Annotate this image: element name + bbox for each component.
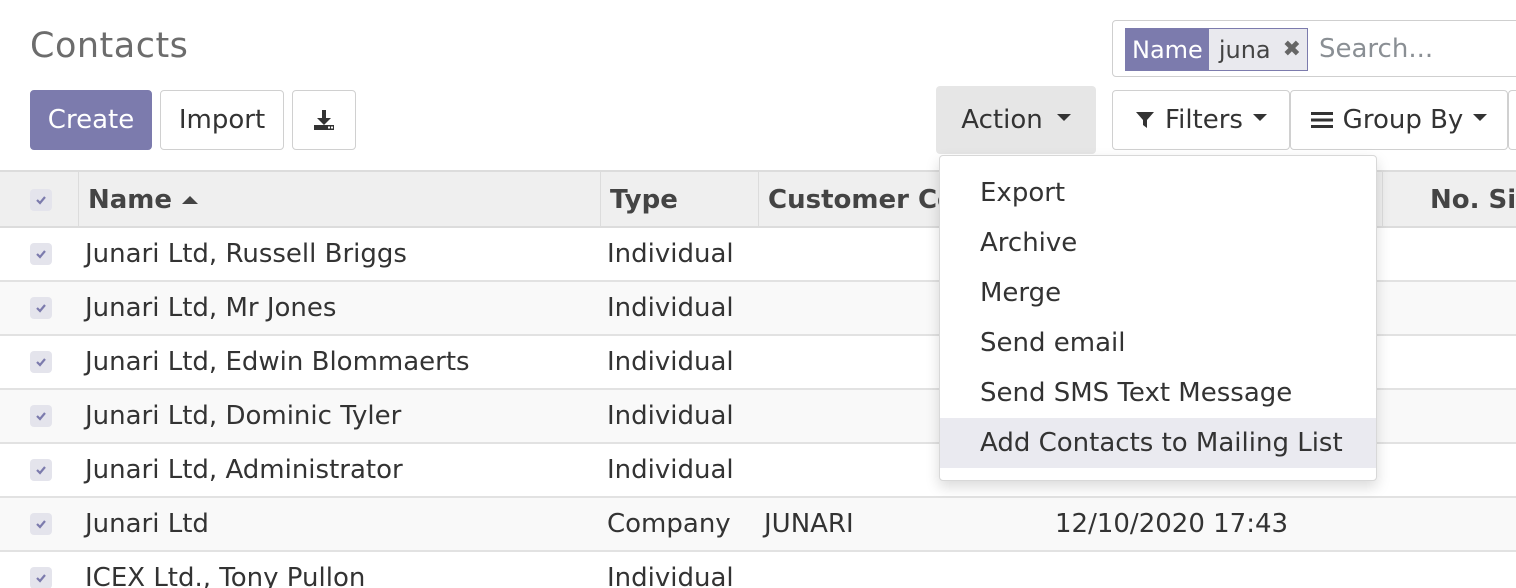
row-checkbox[interactable] bbox=[30, 567, 52, 588]
search-facet: Name juna ✖ bbox=[1125, 28, 1309, 71]
menu-item-merge[interactable]: Merge bbox=[940, 268, 1376, 318]
row-checkbox[interactable] bbox=[30, 459, 52, 481]
group-by-label: Group By bbox=[1342, 105, 1464, 135]
row-checkbox[interactable] bbox=[30, 513, 52, 535]
cell-type: Individual bbox=[607, 293, 734, 323]
menu-item-export[interactable]: Export bbox=[940, 168, 1376, 218]
cell-date: 12/10/2020 17:43 bbox=[1055, 509, 1289, 539]
action-button[interactable]: Action bbox=[936, 86, 1096, 154]
cell-customer-code: JUNARI bbox=[764, 509, 854, 539]
cell-name: Junari Ltd, Russell Briggs bbox=[85, 239, 407, 269]
column-header-name[interactable]: Name bbox=[88, 172, 199, 228]
cell-type: Individual bbox=[607, 563, 734, 588]
column-header-type[interactable]: Type bbox=[610, 172, 678, 228]
cell-type: Company bbox=[607, 509, 731, 539]
row-checkbox[interactable] bbox=[30, 297, 52, 319]
facet-value: juna bbox=[1218, 35, 1271, 64]
cell-type: Individual bbox=[607, 401, 734, 431]
cell-name: Junari Ltd bbox=[85, 509, 209, 539]
page-title: Contacts bbox=[30, 26, 189, 66]
action-dropdown-menu: Export Archive Merge Send email Send SMS… bbox=[939, 155, 1377, 481]
column-header-customer-code[interactable]: Customer Co bbox=[768, 172, 948, 228]
filter-icon bbox=[1136, 112, 1155, 128]
cell-name: Junari Ltd, Mr Jones bbox=[85, 293, 337, 323]
cell-name: Junari Ltd, Edwin Blommaerts bbox=[85, 347, 470, 377]
download-button[interactable] bbox=[292, 90, 356, 150]
create-button[interactable]: Create bbox=[30, 90, 152, 150]
menu-item-add-to-mailing-list[interactable]: Add Contacts to Mailing List bbox=[940, 418, 1376, 468]
facet-value-wrap: juna ✖ bbox=[1208, 29, 1308, 70]
favorites-button[interactable] bbox=[1508, 90, 1516, 150]
bars-icon bbox=[1310, 112, 1333, 128]
import-button[interactable]: Import bbox=[160, 90, 284, 150]
cell-type: Individual bbox=[607, 455, 734, 485]
search-input[interactable] bbox=[1319, 29, 1516, 69]
chevron-down-icon bbox=[1252, 113, 1267, 121]
chevron-down-icon bbox=[1473, 113, 1488, 121]
cell-name: Junari Ltd, Administrator bbox=[85, 455, 403, 485]
group-by-button[interactable]: Group By bbox=[1290, 90, 1508, 150]
chevron-down-icon bbox=[1056, 113, 1071, 121]
action-label: Action bbox=[961, 105, 1043, 135]
search-box[interactable]: Name juna ✖ bbox=[1112, 20, 1516, 77]
column-header-no-sites[interactable]: No. Sit bbox=[1430, 172, 1516, 228]
remove-facet-icon[interactable]: ✖ bbox=[1283, 37, 1301, 62]
download-icon bbox=[314, 110, 334, 130]
facet-name: Name bbox=[1126, 29, 1209, 70]
row-checkbox[interactable] bbox=[30, 243, 52, 265]
sort-ascending-icon bbox=[182, 196, 199, 204]
menu-item-send-email[interactable]: Send email bbox=[940, 318, 1376, 368]
menu-item-archive[interactable]: Archive bbox=[940, 218, 1376, 268]
filters-label: Filters bbox=[1165, 105, 1243, 135]
select-all-checkbox[interactable] bbox=[30, 189, 52, 211]
cell-name: ICEX Ltd., Tony Pullon bbox=[85, 563, 366, 588]
cell-type: Individual bbox=[607, 347, 734, 377]
row-checkbox[interactable] bbox=[30, 351, 52, 373]
row-checkbox[interactable] bbox=[30, 405, 52, 427]
table-row[interactable]: Junari Ltd Company JUNARI 12/10/2020 17:… bbox=[0, 498, 1516, 552]
filters-button[interactable]: Filters bbox=[1112, 90, 1290, 150]
cell-name: Junari Ltd, Dominic Tyler bbox=[85, 401, 402, 431]
table-row[interactable]: ICEX Ltd., Tony Pullon Individual bbox=[0, 552, 1516, 588]
menu-item-send-sms[interactable]: Send SMS Text Message bbox=[940, 368, 1376, 418]
cell-type: Individual bbox=[607, 239, 734, 269]
